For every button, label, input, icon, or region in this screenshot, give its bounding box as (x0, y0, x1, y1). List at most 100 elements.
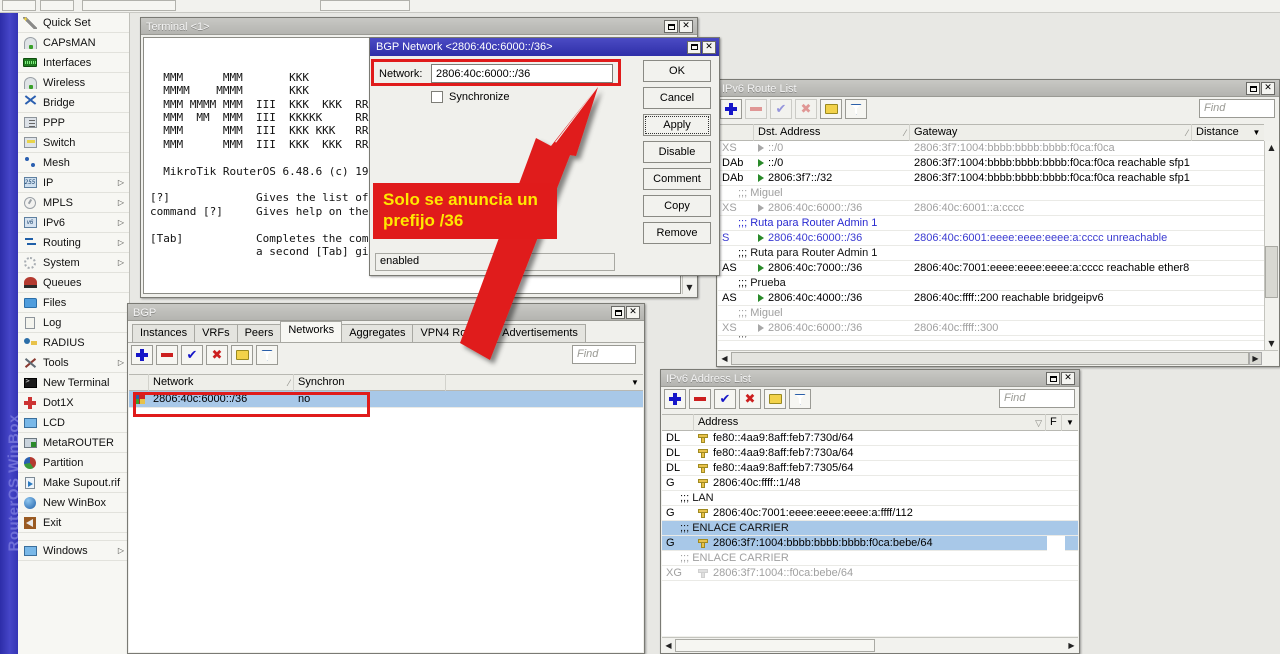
comment-icon[interactable] (764, 389, 786, 409)
scroll-left-icon[interactable]: ◀ (662, 639, 675, 652)
sidebar-item-log[interactable]: Log (18, 313, 129, 333)
remove-icon[interactable] (156, 345, 178, 365)
address-list-horizontal-scrollbar[interactable]: ◀ ▶ (662, 637, 1078, 652)
filter-icon[interactable] (789, 389, 811, 409)
column-dst-address[interactable]: Dst. Address⁄ (754, 124, 910, 141)
table-row[interactable]: XG2806:3f7:1004::f0ca:bebe/64 (662, 566, 1078, 581)
table-row[interactable]: DLfe80::4aa9:8aff:feb7:7305/64 (662, 461, 1078, 476)
column-synchronize[interactable]: Synchron (294, 374, 446, 391)
terminal-title-bar[interactable]: Terminal <1> ✕ (141, 18, 697, 35)
tab-aggregates[interactable]: Aggregates (341, 324, 413, 342)
column-distance[interactable]: Distance (1192, 124, 1252, 141)
bgp-title-bar[interactable]: BGP ✕ (128, 304, 644, 321)
sidebar-item-ip[interactable]: 255IP▷ (18, 173, 129, 193)
comment-icon[interactable] (820, 99, 842, 119)
column-address[interactable]: Address▽ (694, 414, 1046, 431)
scroll-up-icon[interactable]: ▲ (1265, 141, 1278, 154)
disable-icon[interactable]: ✖ (206, 345, 228, 365)
scroll-right-icon[interactable]: ▶ (1065, 639, 1078, 652)
table-comment-row[interactable]: ;;; Prueba Fr (718, 336, 1264, 341)
sidebar-item-mpls[interactable]: MPLS▷ (18, 193, 129, 213)
sidebar-item-files[interactable]: Files (18, 293, 129, 313)
table-row[interactable]: DAb::/02806:3f7:1004:bbbb:bbbb:bbbb:f0ca… (718, 156, 1264, 171)
table-comment-row[interactable]: ;;; Prueba (718, 276, 1264, 291)
disable-button[interactable]: Disable (643, 141, 711, 163)
sidebar-item-windows[interactable]: Windows▷ (18, 541, 129, 561)
address-list-title-bar[interactable]: IPv6 Address List ✕ (661, 370, 1079, 387)
tab-vrfs[interactable]: VRFs (194, 324, 238, 342)
column-flags[interactable] (662, 414, 694, 431)
find-input[interactable]: Find (1199, 99, 1275, 118)
sidebar-item-radius[interactable]: RADIUS (18, 333, 129, 353)
scroll-thumb[interactable] (1265, 246, 1278, 298)
sidebar-item-dot1x[interactable]: Dot1X (18, 393, 129, 413)
table-comment-row[interactable]: ;;; Ruta para Router Admin 1 (718, 246, 1264, 261)
maximize-icon[interactable] (1246, 82, 1260, 95)
sidebar-item-mesh[interactable]: Mesh (18, 153, 129, 173)
disable-icon[interactable]: ✖ (795, 99, 817, 119)
sidebar-item-ipv6[interactable]: v6IPv6▷ (18, 213, 129, 233)
sidebar-item-switch[interactable]: Switch (18, 133, 129, 153)
sidebar-item-routing[interactable]: Routing▷ (18, 233, 129, 253)
column-chooser-icon[interactable]: ▼ (1249, 124, 1264, 141)
sidebar-item-system[interactable]: System▷ (18, 253, 129, 273)
sidebar-item-partition[interactable]: Partition (18, 453, 129, 473)
column-chooser-icon[interactable]: ▼ (627, 374, 643, 391)
scroll-down-icon[interactable]: ▼ (1265, 337, 1278, 350)
table-row[interactable]: G2806:40c:ffff::1/48 (662, 476, 1078, 491)
sidebar-item-exit[interactable]: Exit (18, 513, 129, 533)
toolbar-box-3[interactable] (82, 0, 176, 11)
remove-icon[interactable] (745, 99, 767, 119)
copy-button[interactable]: Copy (643, 195, 711, 217)
close-icon[interactable]: ✕ (1261, 82, 1275, 95)
maximize-icon[interactable] (1046, 372, 1060, 385)
table-row[interactable]: AS2806:40c:4000::/362806:40c:ffff::200 r… (718, 291, 1264, 306)
column-f[interactable]: F (1046, 414, 1062, 431)
table-comment-row[interactable]: ;;; Miguel (718, 186, 1264, 201)
find-input[interactable]: Find (572, 345, 636, 364)
table-comment-row[interactable]: ;;; LAN (662, 491, 1078, 506)
close-icon[interactable]: ✕ (679, 20, 693, 33)
dialog-title-bar[interactable]: BGP Network <2806:40c:6000::/36> ✕ (370, 38, 719, 56)
tab-instances[interactable]: Instances (132, 324, 195, 342)
comment-button[interactable]: Comment (643, 168, 711, 190)
sidebar-item-lcd[interactable]: LCD (18, 413, 129, 433)
comment-icon[interactable] (231, 345, 253, 365)
table-row[interactable]: DLfe80::4aa9:8aff:feb7:730d/64 (662, 431, 1078, 446)
apply-button[interactable]: Apply (643, 114, 711, 136)
maximize-icon[interactable] (611, 306, 625, 319)
close-icon[interactable]: ✕ (1061, 372, 1075, 385)
close-icon[interactable]: ✕ (626, 306, 640, 319)
scroll-left-icon[interactable]: ◀ (718, 352, 731, 365)
table-row[interactable]: DAb2806:3f7::/322806:3f7:1004:bbbb:bbbb:… (718, 171, 1264, 186)
sidebar-item-ppp[interactable]: PPP (18, 113, 129, 133)
route-list-horizontal-scrollbar[interactable]: ◀ ▶ (718, 350, 1278, 365)
close-icon[interactable]: ✕ (702, 41, 716, 54)
tab-networks[interactable]: Networks (280, 321, 342, 342)
table-row[interactable]: G2806:40c:7001:eeee:eeee:eeee:a:ffff/112 (662, 506, 1078, 521)
sidebar-item-metarouter[interactable]: MetaROUTER (18, 433, 129, 453)
route-list-vertical-scrollbar[interactable]: ▲ ▼ (1264, 141, 1278, 350)
ok-button[interactable]: OK (643, 60, 711, 82)
table-comment-row[interactable]: ;;; ENLACE CARRIER (662, 521, 1078, 536)
table-row[interactable]: S2806:40c:6000::/362806:40c:6001:eeee:ee… (718, 231, 1264, 246)
maximize-icon[interactable] (687, 41, 701, 54)
column-network[interactable]: Network⁄ (149, 374, 294, 391)
sidebar-item-tools[interactable]: Tools▷ (18, 353, 129, 373)
filter-icon[interactable] (845, 99, 867, 119)
route-list-title-bar[interactable]: IPv6 Route List ✕ (717, 80, 1279, 97)
tab-vpn4-routes[interactable]: VPN4 Routes (412, 324, 495, 342)
network-input[interactable]: 2806:40c:6000::/36 (431, 64, 613, 83)
scroll-down-icon[interactable]: ▼ (683, 281, 696, 294)
enable-icon[interactable]: ✔ (770, 99, 792, 119)
table-row[interactable]: AS2806:40c:7000::/362806:40c:7001:eeee:e… (718, 261, 1264, 276)
sidebar-item-queues[interactable]: Queues (18, 273, 129, 293)
table-comment-row[interactable]: ;;; Ruta para Router Admin 1 (718, 216, 1264, 231)
sidebar-item-new-terminal[interactable]: New Terminal (18, 373, 129, 393)
sidebar-item-interfaces[interactable]: Interfaces (18, 53, 129, 73)
sidebar-item-new-winbox[interactable]: New WinBox (18, 493, 129, 513)
add-icon[interactable] (664, 389, 686, 409)
remove-button[interactable]: Remove (643, 222, 711, 244)
sidebar-item-capsman[interactable]: CAPsMAN (18, 33, 129, 53)
table-row[interactable]: G2806:3f7:1004:bbbb:bbbb:bbbb:f0ca:bebe/… (662, 536, 1078, 551)
